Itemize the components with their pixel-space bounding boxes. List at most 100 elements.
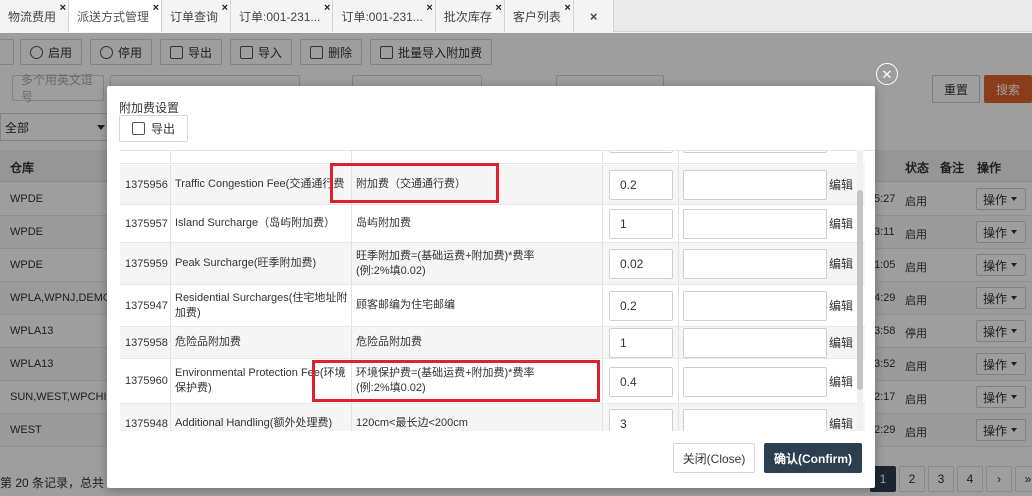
modal-title: 附加费设置 [119,101,180,115]
tab-close-icon[interactable]: × [495,3,501,14]
surcharge-id: 1375947 [125,299,168,312]
column-divider [351,327,352,358]
surcharge-description: 危险品附加费 [356,336,422,348]
tab-close-icon[interactable]: × [324,3,330,14]
column-divider [170,327,171,358]
surcharge-name: 危险品附加费 [175,336,241,348]
surcharge-value-input[interactable]: 0.02 [609,249,673,279]
surcharge-remark-input[interactable] [683,328,827,358]
surcharge-description: 120cm<最长边<200cm [356,417,468,429]
surcharge-name: Residential Surcharges(住宅地址附加费) [175,291,348,319]
surcharge-value-input[interactable]: 1 [609,328,673,358]
surcharge-value-input[interactable]: 0.2 [609,170,673,200]
column-divider [678,205,679,242]
column-divider [602,243,603,284]
edit-link[interactable]: 编辑 [829,404,853,431]
table-row-partial [120,151,865,164]
close-button[interactable]: 关闭(Close) [673,443,755,473]
confirm-button[interactable]: 确认(Confirm) [764,443,862,473]
close-icon[interactable]: ✕ [876,63,898,85]
column-divider [678,151,679,163]
column-divider [351,243,352,284]
export-icon [132,122,145,135]
surcharge-remark-input[interactable] [683,170,827,200]
edit-link[interactable]: 编辑 [829,327,853,358]
surcharge-value-input[interactable]: 0.4 [609,367,673,397]
column-divider [602,285,603,326]
column-divider [170,205,171,242]
column-divider [602,151,603,163]
column-divider [170,359,171,403]
column-divider [602,359,603,403]
surcharge-name: Additional Handling(额外处理费) [175,417,333,429]
column-divider [170,404,171,431]
value-input-partial[interactable] [609,151,673,153]
column-divider [678,285,679,326]
surcharge-value-input[interactable]: 0.2 [609,291,673,321]
surcharge-remark-input[interactable] [683,291,827,321]
modal-export-button[interactable]: 导出 [119,115,189,142]
column-divider [351,205,352,242]
surcharge-value-input[interactable]: 1 [609,209,673,239]
column-divider [170,285,171,326]
column-divider [351,285,352,326]
edit-link[interactable]: 编辑 [829,243,853,284]
column-divider [351,404,352,431]
close-all-tabs-icon[interactable]: × [573,0,615,32]
surcharge-description: 岛屿附加费 [356,217,411,229]
surcharge-name: Traffic Congestion Fee(交通通行费 [175,178,345,190]
tab-close-icon[interactable]: × [426,3,432,14]
tab-label: 批次库存 [443,9,492,24]
tab-close-icon[interactable]: × [153,3,159,14]
edit-link[interactable]: 编辑 [829,359,853,403]
column-divider [678,327,679,358]
tab-5[interactable]: 批次库存 × [435,0,505,32]
tab-close-icon[interactable]: × [60,3,66,14]
tab-label: 订单查询 [170,9,219,24]
column-divider [602,165,603,204]
modal-scrollbar[interactable] [857,150,863,431]
highlight-box-environmental-fee [312,360,600,402]
tab-close-icon[interactable]: × [222,3,228,14]
surcharge-remark-input[interactable] [683,209,827,239]
tab-0[interactable]: 物流费用 × [0,0,70,32]
tab-1[interactable]: 派送方式管理 × [69,0,163,32]
surcharge-id: 1375958 [125,336,168,349]
column-divider [678,165,679,204]
surcharge-description: 顾客邮编为住宅邮编 [356,299,455,311]
column-divider [678,404,679,431]
edit-link[interactable]: 编辑 [829,285,853,326]
surcharge-id: 1375959 [125,257,168,270]
modal-export-label: 导出 [151,122,176,136]
tab-label: 物流费用 [8,9,57,24]
column-divider [602,327,603,358]
surcharge-row: 1375948 Additional Handling(额外处理费) 120cm<最… [120,404,865,431]
tab-label: 派送方式管理 [77,9,150,24]
column-divider [602,205,603,242]
column-divider [170,165,171,204]
tab-3[interactable]: 订单:001-231... × [231,0,334,32]
surcharge-id: 1375957 [125,217,168,230]
surcharge-row: 1375957 Island Surcharge（岛屿附加费） 岛屿附加费 1 编辑 [120,205,865,243]
surcharge-name: Island Surcharge（岛屿附加费） [175,217,336,229]
edit-link[interactable]: 编辑 [829,205,853,242]
edit-link[interactable]: 编辑 [829,165,853,204]
surcharge-remark-input[interactable] [683,409,827,431]
scrollbar-thumb[interactable] [857,190,863,390]
tab-close-icon[interactable]: × [564,3,570,14]
column-divider [170,151,171,163]
surcharge-value-input[interactable]: 3 [609,409,673,431]
surcharge-remark-input[interactable] [683,367,827,397]
remark-input-partial[interactable] [683,151,827,153]
tab-4[interactable]: 订单:001-231... × [333,0,436,32]
surcharge-row: 1375947 Residential Surcharges(住宅地址附加费) 顾客… [120,285,865,327]
tab-2[interactable]: 订单查询 × [162,0,232,32]
column-divider [678,243,679,284]
surcharge-id: 1375960 [125,375,168,387]
tab-6[interactable]: 客户列表 × [504,0,574,32]
highlight-box-traffic-fee [330,163,499,203]
surcharge-row: 1375958 危险品附加费 危险品附加费 1 编辑 [120,327,865,359]
surcharge-description: 旺季附加费=(基础运费+附加费)*费率(例:2%填0.02) [356,249,535,277]
column-divider [678,359,679,403]
surcharge-remark-input[interactable] [683,249,827,279]
